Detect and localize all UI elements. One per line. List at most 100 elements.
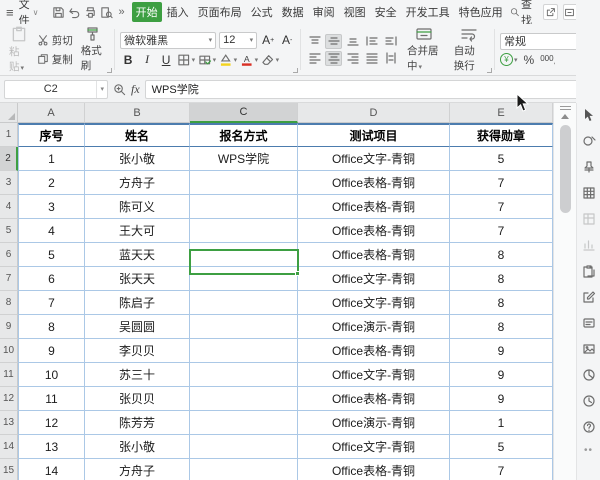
cell[interactable] <box>190 315 298 339</box>
comma-format-icon[interactable]: 000, <box>540 54 555 66</box>
table-tool-icon[interactable] <box>581 185 596 200</box>
history-icon[interactable] <box>581 393 596 408</box>
font-dialog-launcher[interactable] <box>293 68 298 73</box>
row-header[interactable]: 3 <box>0 171 18 195</box>
cell[interactable]: Office文字-青铜 <box>298 291 450 315</box>
header-cell[interactable]: 报名方式 <box>190 123 298 147</box>
cell[interactable]: 陈芳芳 <box>85 411 190 435</box>
cell[interactable] <box>190 267 298 291</box>
more-quick-icons[interactable]: » <box>116 6 126 18</box>
currency-format-icon[interactable]: ¥▾ <box>500 53 518 66</box>
cell[interactable] <box>190 363 298 387</box>
fx-icon[interactable]: fx <box>131 82 140 97</box>
cell[interactable]: 9 <box>450 363 553 387</box>
formula-input[interactable]: WPS学院 <box>145 80 592 99</box>
cell[interactable] <box>190 411 298 435</box>
column-header-b[interactable]: B <box>85 103 190 123</box>
cell-b2[interactable]: 张小敬 <box>85 147 190 171</box>
align-center-icon[interactable] <box>325 51 342 66</box>
decrease-indent-icon[interactable] <box>363 34 380 49</box>
decrease-font-icon[interactable]: A- <box>279 32 295 48</box>
cell[interactable]: Office表格-青铜 <box>298 339 450 363</box>
align-middle-icon[interactable] <box>325 34 342 49</box>
cell[interactable]: 张贝贝 <box>85 387 190 411</box>
scroll-up-icon[interactable] <box>561 114 569 119</box>
cell[interactable]: 4 <box>18 219 85 243</box>
tab-dev-tools[interactable]: 开发工具 <box>402 2 454 22</box>
save-icon[interactable] <box>52 4 65 20</box>
print-icon[interactable] <box>84 4 97 20</box>
cell[interactable]: 9 <box>18 339 85 363</box>
cell[interactable]: 张天天 <box>85 267 190 291</box>
tab-security[interactable]: 安全 <box>371 2 401 22</box>
paste-button[interactable]: 粘贴▾ <box>5 24 33 75</box>
cell-e2[interactable]: 5 <box>450 147 553 171</box>
hamburger-icon[interactable]: ≡ <box>4 5 16 20</box>
print-preview-icon[interactable] <box>100 4 113 20</box>
justify-icon[interactable] <box>363 51 380 66</box>
row-header[interactable]: 4 <box>0 195 18 219</box>
header-cell[interactable]: 姓名 <box>85 123 190 147</box>
font-color-icon[interactable]: A▾ <box>240 52 258 68</box>
increase-font-icon[interactable]: A+ <box>260 32 276 48</box>
cell[interactable]: Office表格-青铜 <box>298 459 450 480</box>
cell[interactable]: 蓝天天 <box>85 243 190 267</box>
cell[interactable] <box>190 339 298 363</box>
tab-insert[interactable]: 插入 <box>163 2 193 22</box>
cell[interactable]: 陈启子 <box>85 291 190 315</box>
cell[interactable]: Office表格-青铜 <box>298 243 450 267</box>
font-size-select[interactable]: 12▾ <box>219 32 257 49</box>
cell[interactable]: 7 <box>450 171 553 195</box>
scrollbar-thumb[interactable] <box>560 125 571 213</box>
cell[interactable]: 12 <box>18 411 85 435</box>
align-right-icon[interactable] <box>344 51 361 66</box>
cell[interactable]: 7 <box>18 291 85 315</box>
cell[interactable]: 8 <box>450 267 553 291</box>
format-painter-button[interactable]: 格式刷 <box>77 25 109 74</box>
cell[interactable] <box>190 291 298 315</box>
row-header[interactable]: 6 <box>0 243 18 267</box>
cell[interactable]: 8 <box>450 315 553 339</box>
column-header-a[interactable]: A <box>18 103 85 123</box>
pie-chart-icon[interactable] <box>581 367 596 382</box>
row-header[interactable]: 11 <box>0 363 18 387</box>
cell[interactable]: 5 <box>18 243 85 267</box>
cell[interactable] <box>190 243 298 267</box>
cell[interactable]: 苏三十 <box>85 363 190 387</box>
share-icon[interactable] <box>543 4 558 20</box>
cell[interactable]: 方舟子 <box>85 171 190 195</box>
row-header[interactable]: 10 <box>0 339 18 363</box>
cell[interactable] <box>190 387 298 411</box>
row-header[interactable]: 15 <box>0 459 18 480</box>
name-box-chevron-icon[interactable]: ▾ <box>96 81 107 98</box>
cell[interactable]: 2 <box>18 171 85 195</box>
align-bottom-icon[interactable] <box>344 34 361 49</box>
tab-view[interactable]: 视图 <box>340 2 370 22</box>
increase-indent-icon[interactable] <box>382 34 399 49</box>
name-box[interactable]: C2 ▾ <box>4 80 108 99</box>
help-panel-icon[interactable] <box>581 419 596 434</box>
edit-note-icon[interactable] <box>581 289 596 304</box>
cell[interactable]: 5 <box>450 435 553 459</box>
align-top-icon[interactable] <box>306 34 323 49</box>
row-header[interactable]: 7 <box>0 267 18 291</box>
cell[interactable]: Office演示-青铜 <box>298 315 450 339</box>
cell[interactable]: 7 <box>450 219 553 243</box>
shapes-icon[interactable] <box>581 133 596 148</box>
cell[interactable]: Office文字-青铜 <box>298 363 450 387</box>
cell[interactable] <box>190 459 298 480</box>
distributed-icon[interactable] <box>382 51 399 66</box>
clipboard-dialog-launcher[interactable] <box>107 68 112 73</box>
row-header[interactable]: 13 <box>0 411 18 435</box>
image-panel-icon[interactable] <box>581 341 596 356</box>
cell[interactable] <box>190 219 298 243</box>
underline-button[interactable]: U <box>158 52 174 68</box>
cell[interactable]: 7 <box>450 459 553 480</box>
alignment-dialog-launcher[interactable] <box>487 68 492 73</box>
borders-icon[interactable]: ▾ <box>177 52 195 68</box>
clipboard-panel-icon[interactable] <box>581 263 596 278</box>
cell[interactable] <box>190 171 298 195</box>
cell[interactable]: 吴圆圆 <box>85 315 190 339</box>
cell[interactable]: 11 <box>18 387 85 411</box>
seal-icon[interactable] <box>581 159 596 174</box>
